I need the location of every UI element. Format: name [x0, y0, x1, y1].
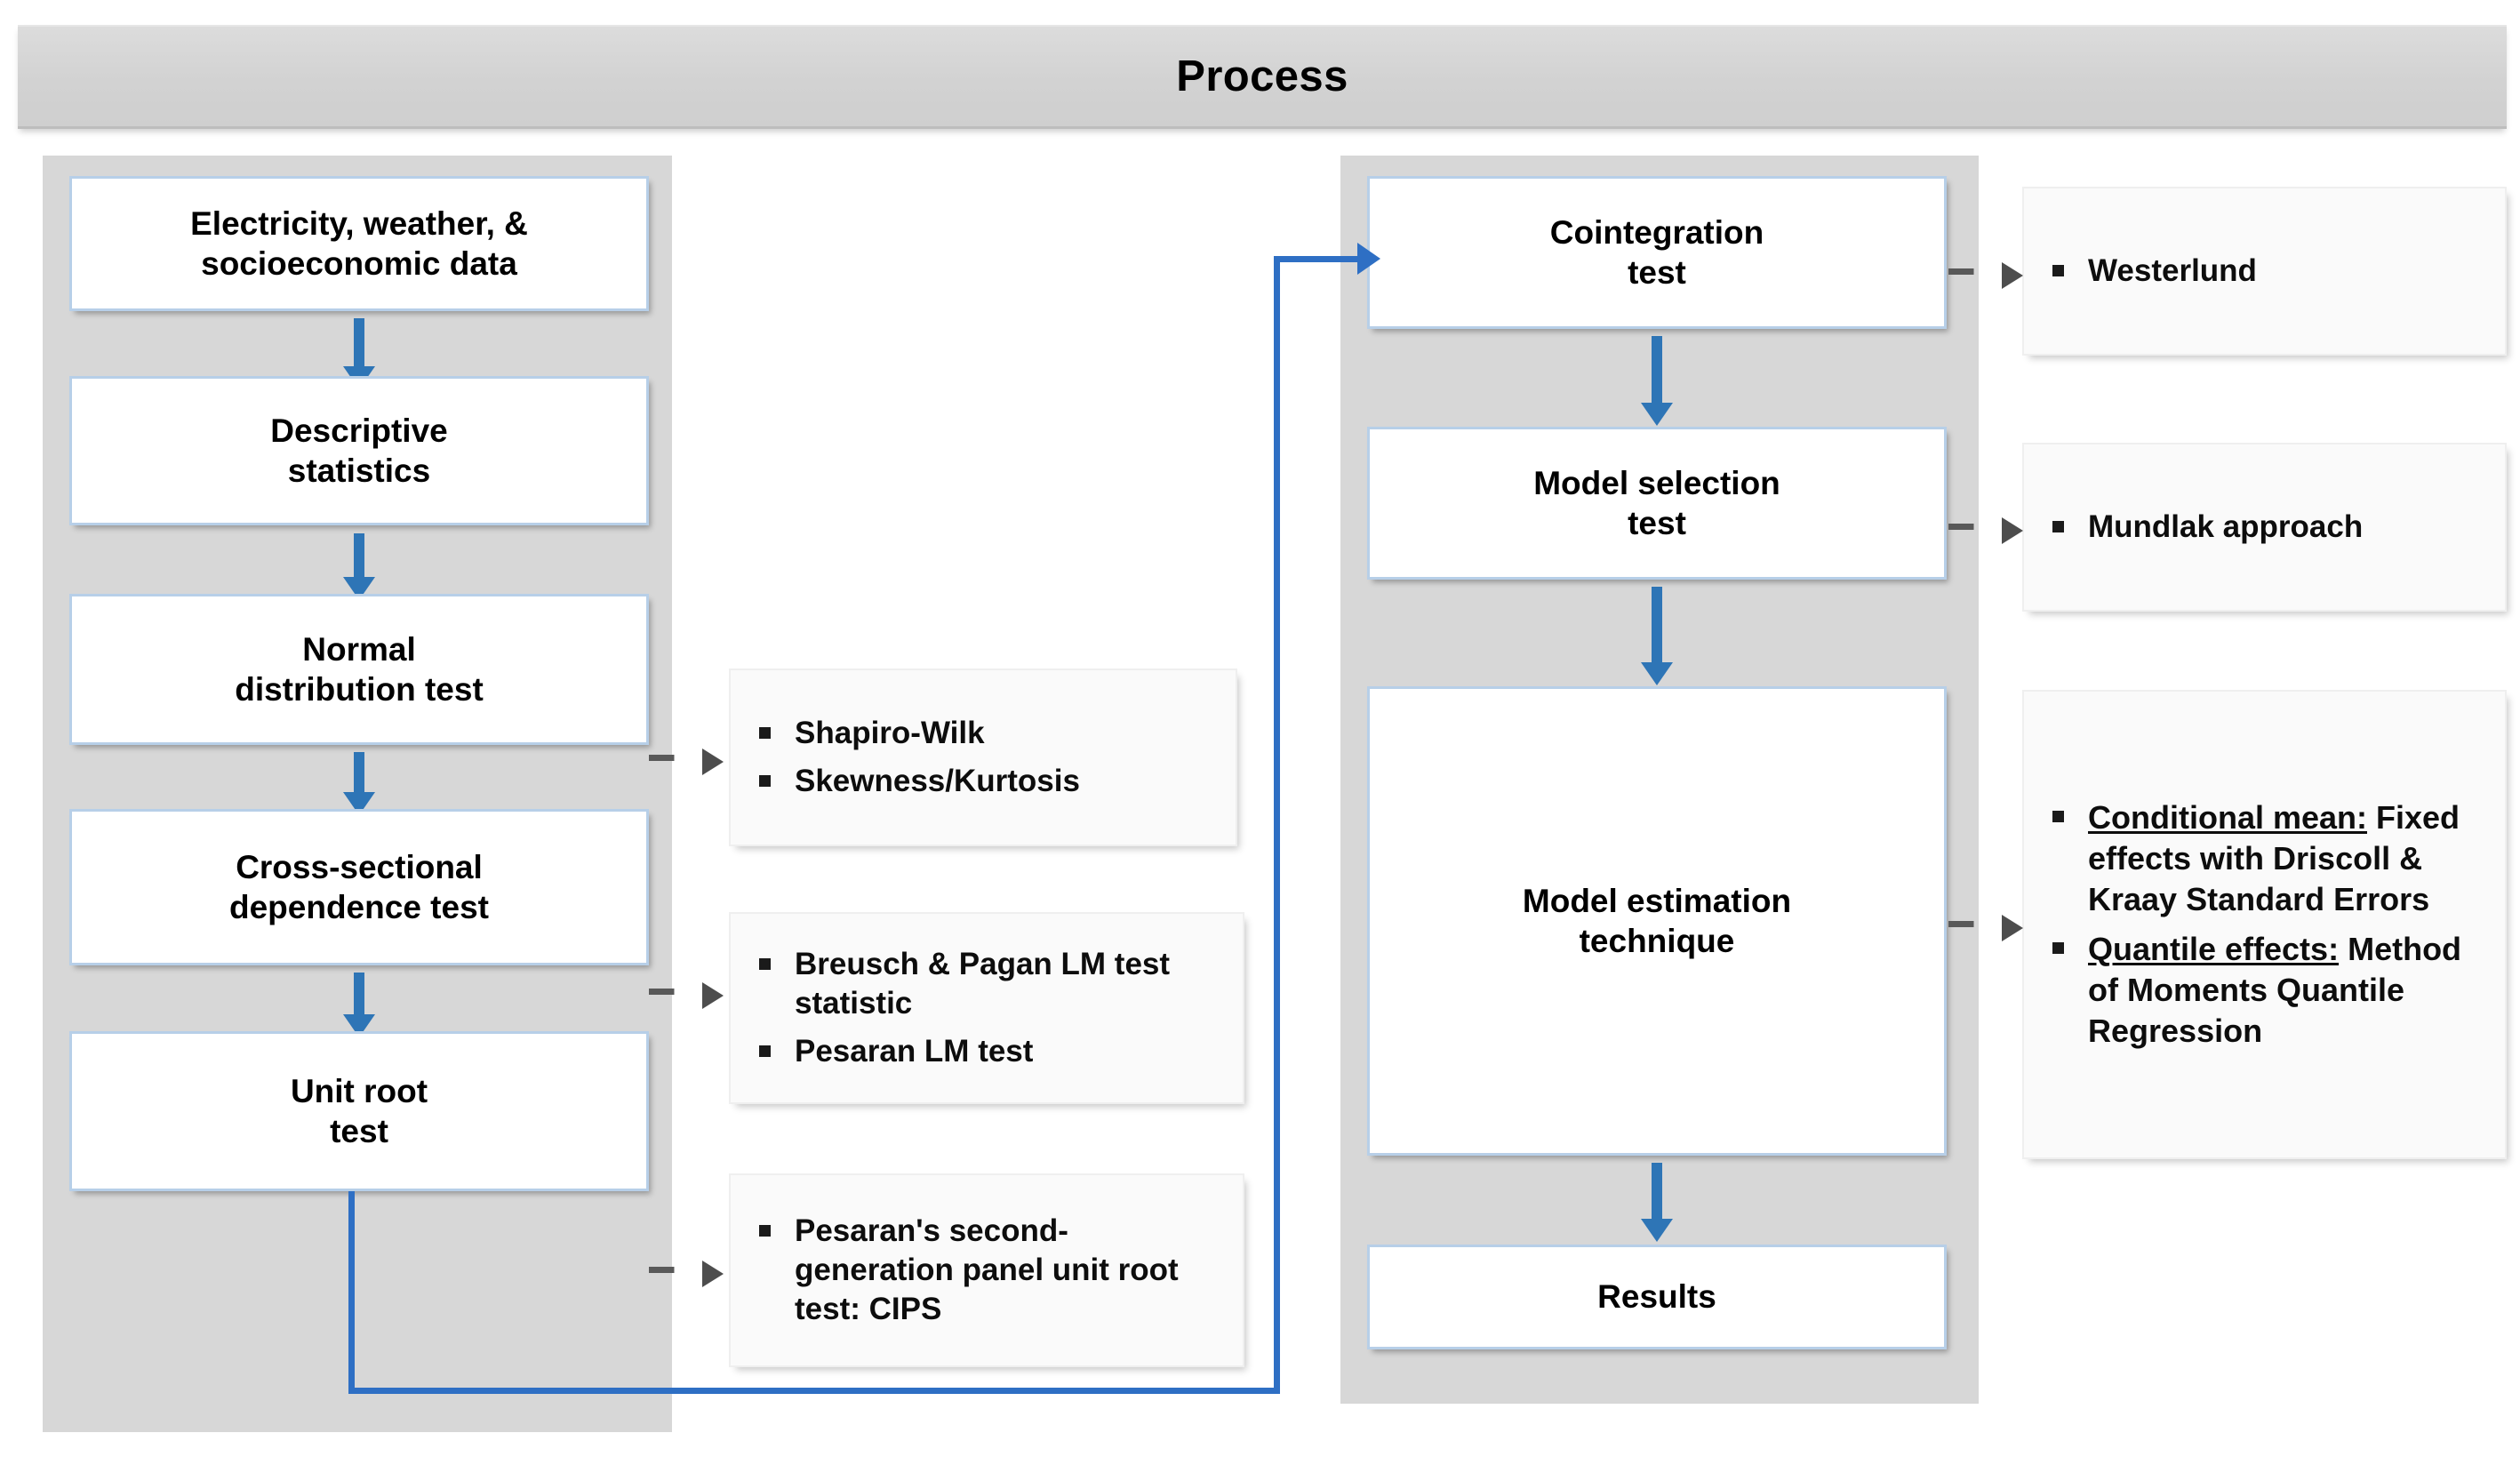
step-box-model-estimation-technique[interactable]: Model estimation technique [1367, 686, 1947, 1156]
dashed-connector-cointegration [1948, 268, 2004, 275]
note-list: Breusch & Pagan LM test statistic Pesaran… [731, 943, 1243, 1073]
arrow-model-estimation-to-results [1641, 1163, 1673, 1242]
note-box-model-estimation-methods: Conditional mean: Fixed effects with Dri… [2022, 690, 2507, 1159]
page-title: Process [1176, 52, 1348, 100]
note-item-text: Pesaran's second-generation panel unit r… [795, 1213, 1179, 1327]
arrow-model-selection-to-model-estimation [1641, 587, 1673, 685]
square-bullet-icon [759, 775, 771, 787]
feedback-connector-segment-up [1274, 256, 1280, 1394]
square-bullet-icon [2052, 810, 2064, 822]
note-list-item: Conditional mean: Fixed effects with Dri… [2047, 797, 2484, 920]
note-list-item: Mundlak approach [2047, 508, 2484, 547]
feedback-connector-segment-top [1274, 256, 1370, 262]
note-item-text: Shapiro-Wilk [795, 715, 985, 750]
note-item-text: Westerlund [2088, 252, 2257, 288]
feedback-connector-segment-across [348, 1388, 1280, 1394]
note-list: Mundlak approach [2024, 506, 2505, 548]
step-label: Cross-sectional dependence test [229, 848, 489, 925]
square-bullet-icon [759, 1045, 771, 1058]
square-bullet-icon [759, 726, 771, 739]
note-box-unit-root-tests: Pesaran's second-generation panel unit r… [729, 1173, 1244, 1367]
square-bullet-icon [2052, 520, 2064, 532]
note-item-lead: Conditional mean: [2088, 798, 2367, 836]
arrow-descriptive-to-normal [343, 533, 375, 600]
arrow-data-to-descriptive [343, 318, 375, 389]
step-label: Results [1597, 1278, 1716, 1316]
note-box-cross-sectional-dependence-tests: Breusch & Pagan LM test statistic Pesaran… [729, 912, 1244, 1104]
note-box-normal-distribution-tests: Shapiro-Wilk Skewness/Kurtosis [729, 668, 1237, 846]
square-bullet-icon [2052, 264, 2064, 276]
step-box-results[interactable]: Results [1367, 1245, 1947, 1349]
arrow-cointegration-to-model-selection [1641, 336, 1673, 426]
note-box-cointegration-tests: Westerlund [2022, 187, 2507, 356]
note-list: Shapiro-Wilk Skewness/Kurtosis [731, 712, 1236, 803]
square-bullet-icon [759, 1224, 771, 1237]
step-label: Model estimation technique [1522, 882, 1792, 959]
step-box-cointegration-test[interactable]: Cointegration test [1367, 176, 1947, 329]
note-list: Pesaran's second-generation panel unit r… [731, 1210, 1243, 1331]
dashed-arrowhead-icon [2002, 262, 2023, 289]
flowchart-canvas: Process Electricity, weather, & socioeco… [0, 0, 2520, 1457]
step-box-model-selection-test[interactable]: Model selection test [1367, 427, 1947, 580]
step-box-normal-distribution-test[interactable]: Normal distribution test [69, 594, 649, 745]
dashed-arrowhead-icon [702, 749, 724, 775]
note-list-item: Quantile effects: Method of Moments Quan… [2047, 929, 2484, 1052]
dashed-connector-model-estimation [1948, 921, 2004, 927]
step-box-electricity-weather-socioeconomic-data[interactable]: Electricity, weather, & socioeconomic da… [69, 176, 649, 311]
note-list-item: Pesaran LM test [754, 1032, 1221, 1071]
dashed-arrowhead-icon [2002, 915, 2023, 941]
step-label: Cointegration test [1549, 213, 1764, 291]
dashed-connector-cross-sectional [649, 989, 704, 995]
dashed-connector-model-selection [1948, 524, 2004, 530]
note-item-text: Mundlak approach [2088, 508, 2364, 544]
note-item-lead: Quantile effects: [2088, 931, 2340, 967]
dashed-arrowhead-icon [702, 982, 724, 1009]
note-item-text: Skewness/Kurtosis [795, 764, 1080, 798]
note-list-item: Breusch & Pagan LM test statistic [754, 945, 1221, 1023]
feedback-arrowhead-icon [1357, 243, 1380, 275]
dashed-arrowhead-icon [2002, 517, 2023, 544]
note-list-item: Shapiro-Wilk [754, 714, 1214, 753]
note-item-text: Breusch & Pagan LM test statistic [795, 946, 1171, 1021]
square-bullet-icon [759, 957, 771, 970]
dashed-connector-unit-root [649, 1267, 704, 1273]
step-label: Electricity, weather, & socioeconomic da… [190, 204, 528, 282]
note-list-item: Pesaran's second-generation panel unit r… [754, 1212, 1221, 1329]
arrow-cross-sectional-to-unit-root [343, 973, 375, 1037]
step-label: Descriptive statistics [270, 412, 448, 489]
square-bullet-icon [2052, 942, 2064, 954]
note-item-text: Pesaran LM test [795, 1034, 1034, 1069]
note-list-item: Skewness/Kurtosis [754, 762, 1214, 801]
dashed-arrowhead-icon [702, 1261, 724, 1287]
feedback-connector-segment-down [348, 1191, 355, 1394]
note-list: Westerlund [2024, 250, 2505, 292]
step-label: Model selection test [1533, 464, 1780, 541]
process-header-band: Process [18, 25, 2507, 129]
arrow-normal-to-cross-sectional [343, 752, 375, 815]
step-label: Normal distribution test [235, 630, 484, 708]
step-box-unit-root-test[interactable]: Unit root test [69, 1031, 649, 1191]
note-list-item: Westerlund [2047, 252, 2484, 291]
step-box-cross-sectional-dependence-test[interactable]: Cross-sectional dependence test [69, 809, 649, 965]
step-label: Unit root test [290, 1072, 428, 1149]
note-box-model-selection-tests: Mundlak approach [2022, 443, 2507, 612]
note-list: Conditional mean: Fixed effects with Dri… [2024, 796, 2505, 1053]
step-box-descriptive-statistics[interactable]: Descriptive statistics [69, 376, 649, 525]
dashed-connector-normal-distribution [649, 755, 704, 761]
